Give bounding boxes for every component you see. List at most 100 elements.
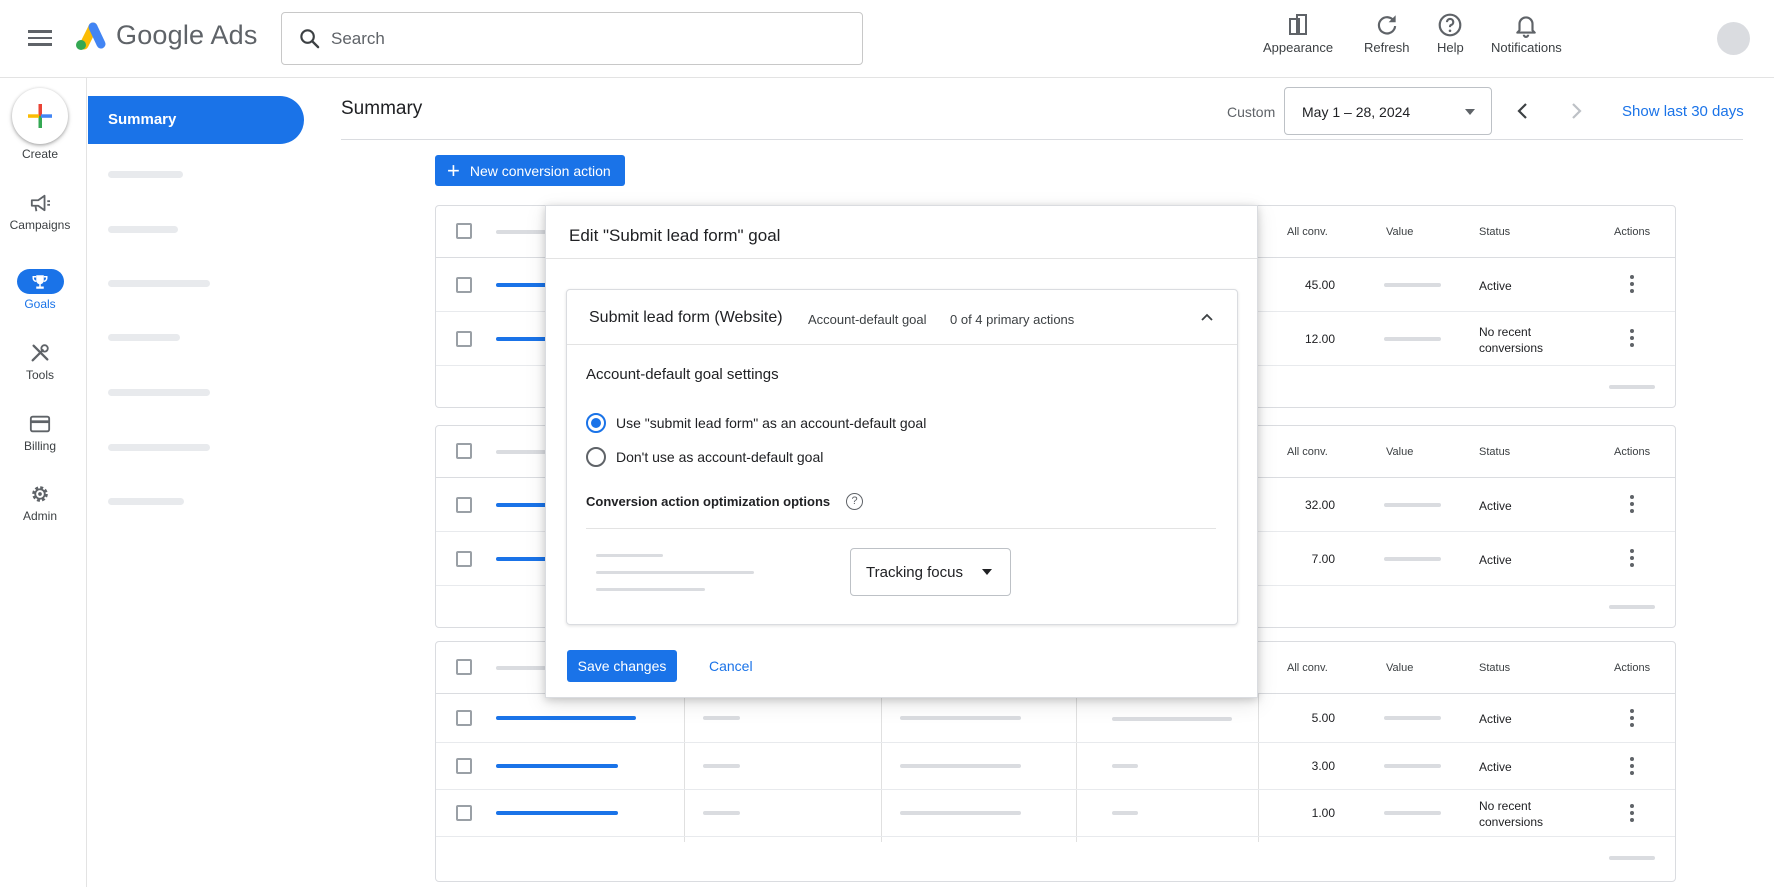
row-checkbox[interactable]	[456, 497, 472, 513]
new-conversion-action-label: New conversion action	[469, 162, 611, 179]
more-actions-icon[interactable]	[1622, 802, 1642, 824]
rail-create-label-wrap: Create	[0, 144, 80, 161]
rail-item-label: Admin	[22, 509, 57, 523]
select-all-checkbox[interactable]	[456, 443, 472, 459]
top-bar: Google Ads Appearance Refresh Help	[0, 0, 1774, 78]
table-row[interactable]: 3.00 Active	[436, 743, 1675, 790]
nav-item-placeholder[interactable]	[108, 171, 183, 178]
trophy-icon	[32, 274, 48, 289]
value-placeholder	[1384, 811, 1441, 815]
status-text: Active	[1479, 553, 1512, 567]
google-ads-logo[interactable]: Google Ads	[74, 20, 258, 51]
rail-item-label: Tools	[25, 368, 54, 382]
more-actions-icon[interactable]	[1622, 707, 1642, 729]
radio-dont-use-default-goal[interactable]: Don't use as account-default goal	[586, 447, 823, 467]
nav-item-placeholder[interactable]	[108, 334, 180, 341]
help-icon	[1439, 13, 1462, 37]
nav-item-placeholder[interactable]	[108, 226, 178, 233]
rail-item-label: Goals	[24, 297, 56, 311]
appearance-icon	[1289, 14, 1308, 35]
dialog-divider	[546, 258, 1257, 259]
rail-item-goals[interactable]: Goals	[0, 269, 80, 311]
select-all-checkbox[interactable]	[456, 659, 472, 675]
header-all-conv[interactable]: All conv.	[1287, 226, 1328, 238]
conversion-name-link[interactable]	[496, 716, 636, 720]
header-all-conv[interactable]: All conv.	[1287, 662, 1328, 674]
rail-item-admin[interactable]: Admin	[0, 481, 80, 523]
row-checkbox[interactable]	[456, 551, 472, 567]
tracking-focus-value: Tracking focus	[866, 564, 963, 581]
header-status[interactable]: Status	[1479, 226, 1510, 238]
all-conv-value: 32.00	[1304, 498, 1335, 512]
rail-item-tools[interactable]: Tools	[0, 340, 80, 382]
rail-item-billing[interactable]: Billing	[0, 411, 80, 453]
status-text: No recent conversions	[1479, 325, 1544, 355]
row-checkbox[interactable]	[456, 277, 472, 293]
rail-item-label: Campaigns	[9, 218, 71, 232]
header-all-conv[interactable]: All conv.	[1287, 446, 1328, 458]
select-all-checkbox[interactable]	[456, 223, 472, 239]
conversion-name-link[interactable]	[496, 764, 618, 768]
row-checkbox[interactable]	[456, 805, 472, 821]
nav-item-placeholder[interactable]	[108, 389, 210, 396]
help-circle-icon[interactable]: ?	[846, 493, 863, 510]
header-value[interactable]: Value	[1386, 446, 1413, 458]
rail-item-campaigns[interactable]: Campaigns	[0, 190, 80, 232]
nav-item-placeholder[interactable]	[108, 498, 184, 505]
radio-button-selected[interactable]	[586, 413, 606, 433]
radio-button[interactable]	[586, 447, 606, 467]
main-menu-icon[interactable]	[26, 27, 54, 51]
table-row[interactable]: 5.00 Active	[436, 694, 1675, 743]
nav-item-placeholder[interactable]	[108, 444, 210, 451]
notifications-button[interactable]: Notifications	[1491, 12, 1562, 55]
nav-item-summary[interactable]: Summary	[88, 96, 304, 144]
more-actions-icon[interactable]	[1622, 327, 1642, 349]
account-avatar[interactable]	[1717, 22, 1750, 55]
create-button[interactable]	[12, 88, 68, 144]
tracking-focus-select[interactable]: Tracking focus	[850, 548, 1011, 596]
table-row[interactable]: 1.00 No recent conversions	[436, 790, 1675, 837]
status-text: Active	[1479, 760, 1512, 774]
save-changes-button[interactable]: Save changes	[567, 650, 677, 682]
appearance-button[interactable]: Appearance	[1263, 12, 1333, 55]
cancel-button[interactable]: Cancel	[709, 658, 753, 674]
header-status[interactable]: Status	[1479, 662, 1510, 674]
row-checkbox[interactable]	[456, 710, 472, 726]
plus-icon: +	[447, 157, 460, 183]
all-conv-value: 7.00	[1311, 552, 1335, 566]
help-label: Help	[1437, 40, 1464, 55]
pagination-placeholder[interactable]	[1609, 605, 1655, 609]
cell-placeholder	[900, 716, 1021, 720]
row-checkbox[interactable]	[456, 331, 472, 347]
chevron-up-icon[interactable]	[1199, 310, 1215, 326]
tools-icon	[31, 343, 49, 361]
new-conversion-action-button[interactable]: + New conversion action	[435, 155, 625, 186]
more-actions-icon[interactable]	[1622, 547, 1642, 569]
pagination-placeholder[interactable]	[1609, 385, 1655, 389]
search-box[interactable]	[281, 12, 863, 65]
goal-card-header[interactable]: Submit lead form (Website) Account-defau…	[567, 290, 1237, 345]
chevron-left-icon[interactable]	[1511, 99, 1535, 123]
header-status[interactable]: Status	[1479, 446, 1510, 458]
page-title: Summary	[341, 98, 423, 119]
radio-use-default-goal[interactable]: Use "submit lead form" as an account-def…	[586, 413, 926, 433]
cell-placeholder	[900, 811, 1021, 815]
refresh-button[interactable]: Refresh	[1364, 12, 1410, 55]
conversion-name-link[interactable]	[496, 811, 618, 815]
pagination-placeholder[interactable]	[1609, 856, 1655, 860]
row-checkbox[interactable]	[456, 758, 472, 774]
header-value[interactable]: Value	[1386, 662, 1413, 674]
search-input[interactable]	[331, 22, 831, 55]
more-actions-icon[interactable]	[1622, 755, 1642, 777]
gear-icon	[32, 485, 48, 502]
show-last-30-days-link[interactable]: Show last 30 days	[1622, 103, 1744, 120]
nav-item-placeholder[interactable]	[108, 280, 210, 287]
header-value[interactable]: Value	[1386, 226, 1413, 238]
date-range-select[interactable]: May 1 – 28, 2024	[1284, 87, 1492, 135]
option-placeholder	[596, 571, 754, 574]
more-actions-icon[interactable]	[1622, 493, 1642, 515]
chevron-right-icon[interactable]	[1564, 99, 1588, 123]
value-placeholder	[1384, 283, 1441, 287]
help-button[interactable]: Help	[1437, 12, 1464, 55]
more-actions-icon[interactable]	[1622, 273, 1642, 295]
